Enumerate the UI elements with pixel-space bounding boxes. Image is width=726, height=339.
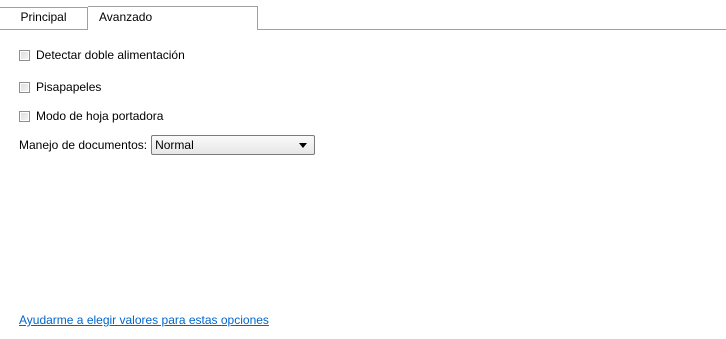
option-carrier-sheet[interactable]: Modo de hoja portadora [19,108,163,124]
tab-strip: Principal Avanzado [0,6,726,30]
carrier-sheet-label: Modo de hoja portadora [36,109,164,123]
help-link[interactable]: Ayudarme a elegir valores para estas opc… [19,313,269,327]
document-handling-label: Manejo de documentos: [19,137,148,152]
tab-principal-label: Principal [20,10,67,24]
tab-avanzado-label: Avanzado [99,10,153,24]
carrier-sheet-checkbox[interactable] [19,110,30,122]
tab-avanzado[interactable]: Avanzado [88,6,258,30]
double-feed-label: Detectar doble alimentación [36,48,185,62]
tab-principal[interactable]: Principal [0,7,88,30]
tab-strip-baseline [258,29,726,30]
document-handling-value: Normal [155,137,194,152]
document-handling-select[interactable]: Normal [151,134,316,155]
scanner-settings-panel: Principal Avanzado Detectar doble alimen… [0,0,726,339]
chevron-down-icon [299,142,308,148]
option-double-feed[interactable]: Detectar doble alimentación [19,47,185,63]
clipboard-label: Pisapapeles [36,80,102,94]
document-handling-row: Manejo de documentos: Normal [19,134,316,155]
clipboard-checkbox[interactable] [19,81,30,93]
double-feed-checkbox[interactable] [19,49,30,61]
option-clipboard[interactable]: Pisapapeles [19,79,101,95]
